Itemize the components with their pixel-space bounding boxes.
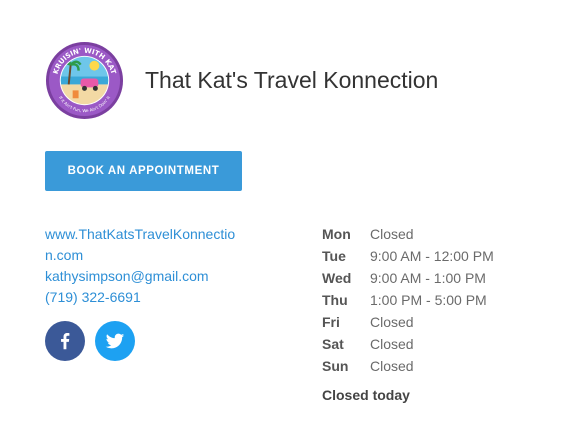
facebook-icon — [61, 333, 70, 350]
hours-time: 9:00 AM - 1:00 PM — [370, 270, 486, 286]
website-link[interactable]: www.ThatKatsTravelKonnection.com — [45, 224, 245, 266]
book-appointment-button[interactable]: BOOK AN APPOINTMENT — [45, 151, 242, 191]
twitter-icon — [105, 333, 125, 349]
open-status: Closed today — [322, 387, 410, 403]
hours-row: Sun Closed — [322, 355, 494, 377]
hours-day: Wed — [322, 270, 352, 286]
business-hours: Mon Closed Tue 9:00 AM - 12:00 PM Wed 9:… — [322, 223, 494, 377]
social-links — [45, 321, 135, 361]
hours-day: Mon — [322, 226, 351, 242]
facebook-button[interactable] — [45, 321, 85, 361]
hours-time: Closed — [370, 314, 414, 330]
business-card-page: KRUISIN' WITH KAT If it Ain't Fun, We Ai… — [0, 0, 577, 439]
hours-day: Sat — [322, 336, 344, 352]
hours-time: Closed — [370, 226, 414, 242]
email-link[interactable]: kathysimpson@gmail.com — [45, 266, 245, 287]
hours-day: Fri — [322, 314, 340, 330]
twitter-button[interactable] — [95, 321, 135, 361]
hours-row: Wed 9:00 AM - 1:00 PM — [322, 267, 494, 289]
business-logo: KRUISIN' WITH KAT If it Ain't Fun, We Ai… — [45, 41, 124, 120]
hours-row: Mon Closed — [322, 223, 494, 245]
hours-time: Closed — [370, 336, 414, 352]
hours-row: Tue 9:00 AM - 12:00 PM — [322, 245, 494, 267]
hours-day: Tue — [322, 248, 346, 264]
hours-row: Fri Closed — [322, 311, 494, 333]
business-name: That Kat's Travel Konnection — [145, 67, 439, 93]
hours-day: Thu — [322, 292, 348, 308]
hours-time: 9:00 AM - 12:00 PM — [370, 248, 494, 264]
hours-time: Closed — [370, 358, 414, 374]
phone-link[interactable]: (719) 322-6691 — [45, 287, 245, 308]
hours-row: Thu 1:00 PM - 5:00 PM — [322, 289, 494, 311]
hours-row: Sat Closed — [322, 333, 494, 355]
contact-info: www.ThatKatsTravelKonnection.com kathysi… — [45, 224, 245, 308]
hours-time: 1:00 PM - 5:00 PM — [370, 292, 487, 308]
hours-day: Sun — [322, 358, 349, 374]
